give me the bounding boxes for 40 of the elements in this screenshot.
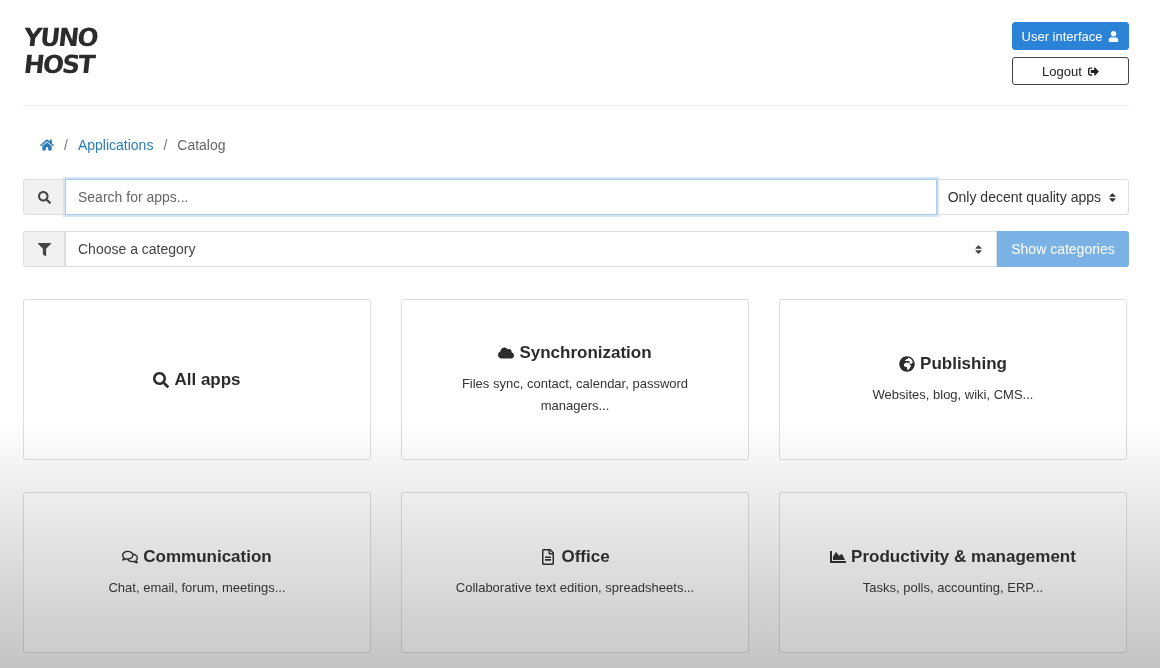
category-description: Tasks, polls, accounting, ERP... bbox=[862, 578, 1044, 597]
search-icon bbox=[37, 190, 51, 204]
category-card[interactable]: Communication Chat, email, forum, meetings... bbox=[23, 492, 371, 653]
category-title: Communication bbox=[122, 546, 272, 567]
category-description: Chat, email, forum, meetings... bbox=[108, 578, 286, 597]
logout-button[interactable]: Logout bbox=[1012, 57, 1129, 85]
category-title: Publishing bbox=[899, 353, 1007, 374]
category-title: Synchronization bbox=[498, 342, 652, 363]
breadcrumb-separator: / bbox=[163, 137, 168, 153]
category-card[interactable]: All apps bbox=[23, 299, 371, 460]
category-select[interactable]: Choose a category bbox=[65, 231, 997, 267]
category-card[interactable]: Productivity & management Tasks, polls, accounting, ERP... bbox=[779, 492, 1127, 653]
breadcrumb-link[interactable]: Applications bbox=[77, 137, 154, 153]
search-field[interactable]: Search for apps... bbox=[65, 179, 937, 215]
search-icon bbox=[153, 371, 170, 388]
category-title: Productivity & management bbox=[830, 546, 1076, 567]
sign-out-icon bbox=[1087, 65, 1099, 77]
category-card[interactable]: Publishing Websites, blog, wiki, CMS... bbox=[779, 299, 1127, 460]
globe-icon bbox=[899, 355, 916, 372]
user-icon bbox=[1108, 30, 1120, 42]
quality-select[interactable]: Only decent quality apps bbox=[936, 179, 1129, 215]
logo: YUNO HOST bbox=[24, 24, 97, 78]
category-card[interactable]: Office Collaborative text edition, spreadsheets... bbox=[401, 492, 749, 653]
home-icon[interactable] bbox=[40, 138, 54, 152]
filter-icon bbox=[37, 242, 51, 256]
area-chart-icon bbox=[830, 548, 847, 565]
breadcrumb-separator: / bbox=[64, 137, 68, 153]
sort-caret-icon bbox=[973, 243, 984, 255]
category-card[interactable]: Synchronization Files sync, contact, calendar, password managers... bbox=[401, 299, 749, 460]
chat-bubbles-icon bbox=[122, 548, 139, 565]
document-icon bbox=[540, 548, 557, 565]
current-page-label: Catalog bbox=[177, 137, 226, 153]
category-title: All apps bbox=[153, 369, 241, 390]
category-description: Collaborative text edition, spreadsheets... bbox=[455, 578, 695, 597]
sort-caret-icon bbox=[1107, 191, 1118, 203]
category-title: Office bbox=[540, 546, 610, 567]
category-description: Websites, blog, wiki, CMS... bbox=[872, 385, 1034, 404]
cloud-icon bbox=[498, 344, 515, 361]
user-interface-button[interactable]: User interface bbox=[1012, 22, 1129, 50]
category-description: Files sync, contact, calendar, password managers... bbox=[460, 374, 690, 415]
